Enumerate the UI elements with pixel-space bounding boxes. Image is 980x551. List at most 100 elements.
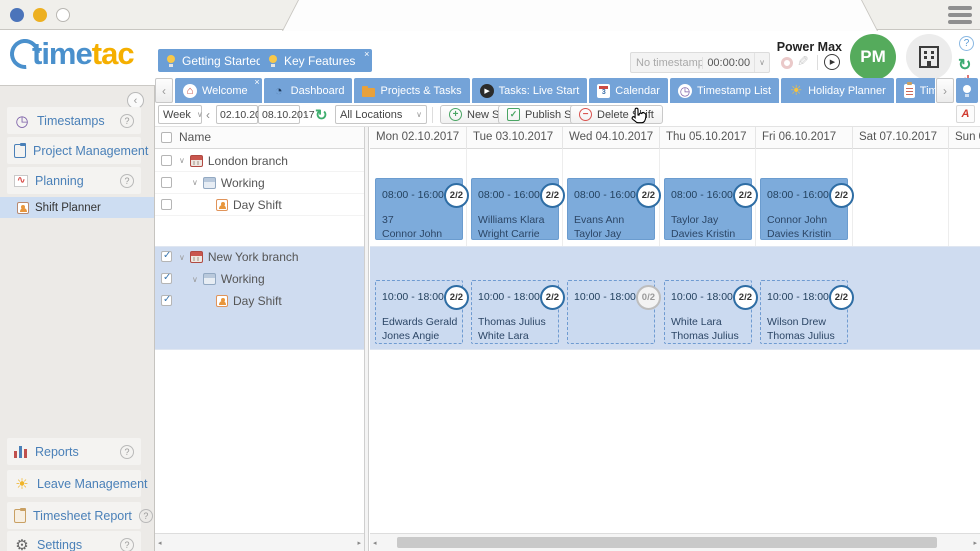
- tab-projects-tasks[interactable]: Projects & Tasks: [354, 78, 469, 103]
- sidebar-item-project-management[interactable]: Project Management: [7, 137, 141, 164]
- shift-card[interactable]: 08:00 - 16:002/2 37Connor John: [375, 178, 463, 240]
- tab-welcome[interactable]: Welcome: [175, 78, 262, 103]
- help-icon[interactable]: [139, 509, 153, 523]
- hamburger-menu-icon[interactable]: [948, 6, 972, 24]
- tree-row-new-york-branch[interactable]: New York branch: [155, 246, 364, 268]
- next-week-button[interactable]: [304, 105, 308, 124]
- close-icon[interactable]: [254, 78, 259, 87]
- shift-card[interactable]: 08:00 - 16:002/2 Evans AnnTaylor Jay: [567, 178, 655, 240]
- chevron-down-icon[interactable]: [754, 53, 769, 72]
- day-column-header[interactable]: Sat 07.10.2017: [852, 127, 949, 149]
- help-icon[interactable]: [120, 538, 134, 551]
- sidebar-item-leave-management[interactable]: Leave Management: [7, 470, 141, 497]
- date-from-field[interactable]: 02.10.2017: [216, 105, 258, 124]
- tab-timesheet-report[interactable]: Timesheet Report: [896, 78, 935, 103]
- window-button-blue[interactable]: [10, 8, 24, 22]
- quick-tab-key-features[interactable]: Key Features: [260, 49, 372, 72]
- scroll-left-icon[interactable]: [158, 539, 162, 547]
- shift-card-unpublished[interactable]: 10:00 - 18:002/2 Wilson DrewThomas Juliu…: [760, 280, 848, 344]
- row-checkbox[interactable]: [161, 177, 172, 188]
- help-icon[interactable]: [155, 477, 156, 491]
- scroll-right-icon[interactable]: [973, 539, 977, 547]
- row-checkbox[interactable]: [161, 199, 172, 210]
- tree-row-london-branch[interactable]: London branch: [155, 150, 364, 172]
- timestamp-widget[interactable]: No timestamp run... 00:00:00: [630, 52, 770, 73]
- tree-node-label[interactable]: Working: [221, 272, 265, 286]
- edit-icon[interactable]: [797, 53, 809, 70]
- day-column-header[interactable]: Tue 03.10.2017: [466, 127, 563, 149]
- day-column-header[interactable]: Thu 05.10.2017: [659, 127, 756, 149]
- sidebar-item-settings[interactable]: Settings: [7, 531, 141, 551]
- tab-tasks-live-start[interactable]: Tasks: Live Start: [472, 78, 588, 103]
- tabs-scroll-right-button[interactable]: [936, 78, 954, 103]
- day-column-header[interactable]: Mon 02.10.2017: [370, 127, 467, 149]
- shift-card[interactable]: 08:00 - 16:002/2 Taylor JayDavies Kristi…: [664, 178, 752, 240]
- shift-card-unpublished[interactable]: 10:00 - 18:000/2: [567, 280, 655, 344]
- sidebar-item-timestamps[interactable]: Timestamps: [7, 107, 141, 134]
- tree-node-label[interactable]: Day Shift: [233, 198, 282, 212]
- stop-icon[interactable]: [781, 57, 793, 69]
- prev-week-button[interactable]: [206, 105, 210, 124]
- tree-row-london-working[interactable]: Working: [155, 172, 364, 194]
- shift-card-unpublished[interactable]: 10:00 - 18:002/2 White LaraThomas Julius: [664, 280, 752, 344]
- period-select[interactable]: Week: [158, 105, 202, 124]
- tab-holiday-planner[interactable]: Holiday Planner: [781, 78, 894, 103]
- tree-row-new-york-day-shift[interactable]: Day Shift: [155, 290, 364, 312]
- scrollbar-thumb[interactable]: [397, 537, 937, 548]
- collapse-arrow-icon[interactable]: [192, 275, 198, 284]
- row-checkbox[interactable]: [161, 273, 172, 284]
- tabs-scroll-left-button[interactable]: [155, 78, 173, 103]
- shift-card-unpublished[interactable]: 10:00 - 18:002/2 Edwards GeraldJones Ang…: [375, 280, 463, 344]
- tree-row-london-day-shift[interactable]: Day Shift: [155, 194, 364, 216]
- sidebar-item-shift-planner-active[interactable]: Shift Planner: [0, 197, 154, 218]
- select-all-checkbox[interactable]: [161, 132, 172, 143]
- shift-person: Taylor Jay: [671, 213, 747, 227]
- avatar[interactable]: PM: [850, 34, 896, 80]
- tree-horizontal-scrollbar[interactable]: [155, 533, 364, 551]
- delete-shift-button[interactable]: Delete Shift: [570, 105, 663, 124]
- tab-dashboard[interactable]: Dashboard: [264, 78, 353, 103]
- row-checkbox[interactable]: [161, 295, 172, 306]
- day-column-header[interactable]: Sun 08.10.2017: [948, 127, 980, 149]
- sidebar-item-reports[interactable]: Reports: [7, 438, 141, 465]
- window-button-white[interactable]: [56, 8, 70, 22]
- tree-node-label[interactable]: Day Shift: [233, 294, 282, 308]
- collapse-arrow-icon[interactable]: [192, 178, 198, 187]
- tips-lightbulb-button[interactable]: [956, 78, 978, 103]
- date-to-field[interactable]: 08.10.2017: [258, 105, 300, 124]
- collapse-arrow-icon[interactable]: [179, 253, 185, 262]
- play-icon[interactable]: [824, 54, 840, 70]
- scroll-right-icon[interactable]: [357, 539, 361, 547]
- location-select[interactable]: All Locations: [335, 105, 427, 124]
- help-icon[interactable]: [120, 114, 134, 128]
- shift-card[interactable]: 08:00 - 16:002/2 Williams KlaraWright Ca…: [471, 178, 559, 240]
- tree-row-new-york-working[interactable]: Working: [155, 268, 364, 290]
- company-button[interactable]: [906, 34, 952, 80]
- shift-card-unpublished[interactable]: 10:00 - 18:002/2 Thomas JuliusWhite Lara: [471, 280, 559, 344]
- collapse-arrow-icon[interactable]: [179, 156, 185, 165]
- scroll-left-icon[interactable]: [373, 539, 377, 547]
- sidebar-item-planning[interactable]: Planning: [7, 167, 141, 194]
- tree-node-label[interactable]: London branch: [208, 154, 288, 168]
- help-icon[interactable]: [120, 174, 134, 188]
- row-checkbox[interactable]: [161, 155, 172, 166]
- sidebar-item-timesheet-report[interactable]: Timesheet Report: [7, 502, 141, 529]
- refresh-icon[interactable]: [958, 55, 971, 75]
- panel-splitter[interactable]: [365, 127, 369, 551]
- name-column-header[interactable]: Name: [179, 127, 211, 148]
- day-column-header[interactable]: Wed 04.10.2017: [562, 127, 659, 149]
- tree-node-label[interactable]: Working: [221, 176, 265, 190]
- close-icon[interactable]: [364, 49, 369, 59]
- tab-timestamp-list[interactable]: Timestamp List: [670, 78, 779, 103]
- grid-horizontal-scrollbar[interactable]: [370, 533, 980, 551]
- window-button-yellow[interactable]: [33, 8, 47, 22]
- day-column-header[interactable]: Fri 06.10.2017: [755, 127, 852, 149]
- refresh-icon[interactable]: [315, 105, 328, 124]
- help-icon[interactable]: [959, 36, 974, 51]
- shift-card[interactable]: 08:00 - 16:002/2 Connor JohnDavies Krist…: [760, 178, 848, 240]
- tab-calendar[interactable]: Calendar: [589, 78, 668, 103]
- row-checkbox[interactable]: [161, 251, 172, 262]
- pdf-export-icon[interactable]: [956, 105, 975, 123]
- help-icon[interactable]: [120, 445, 134, 459]
- tree-node-label[interactable]: New York branch: [208, 250, 299, 264]
